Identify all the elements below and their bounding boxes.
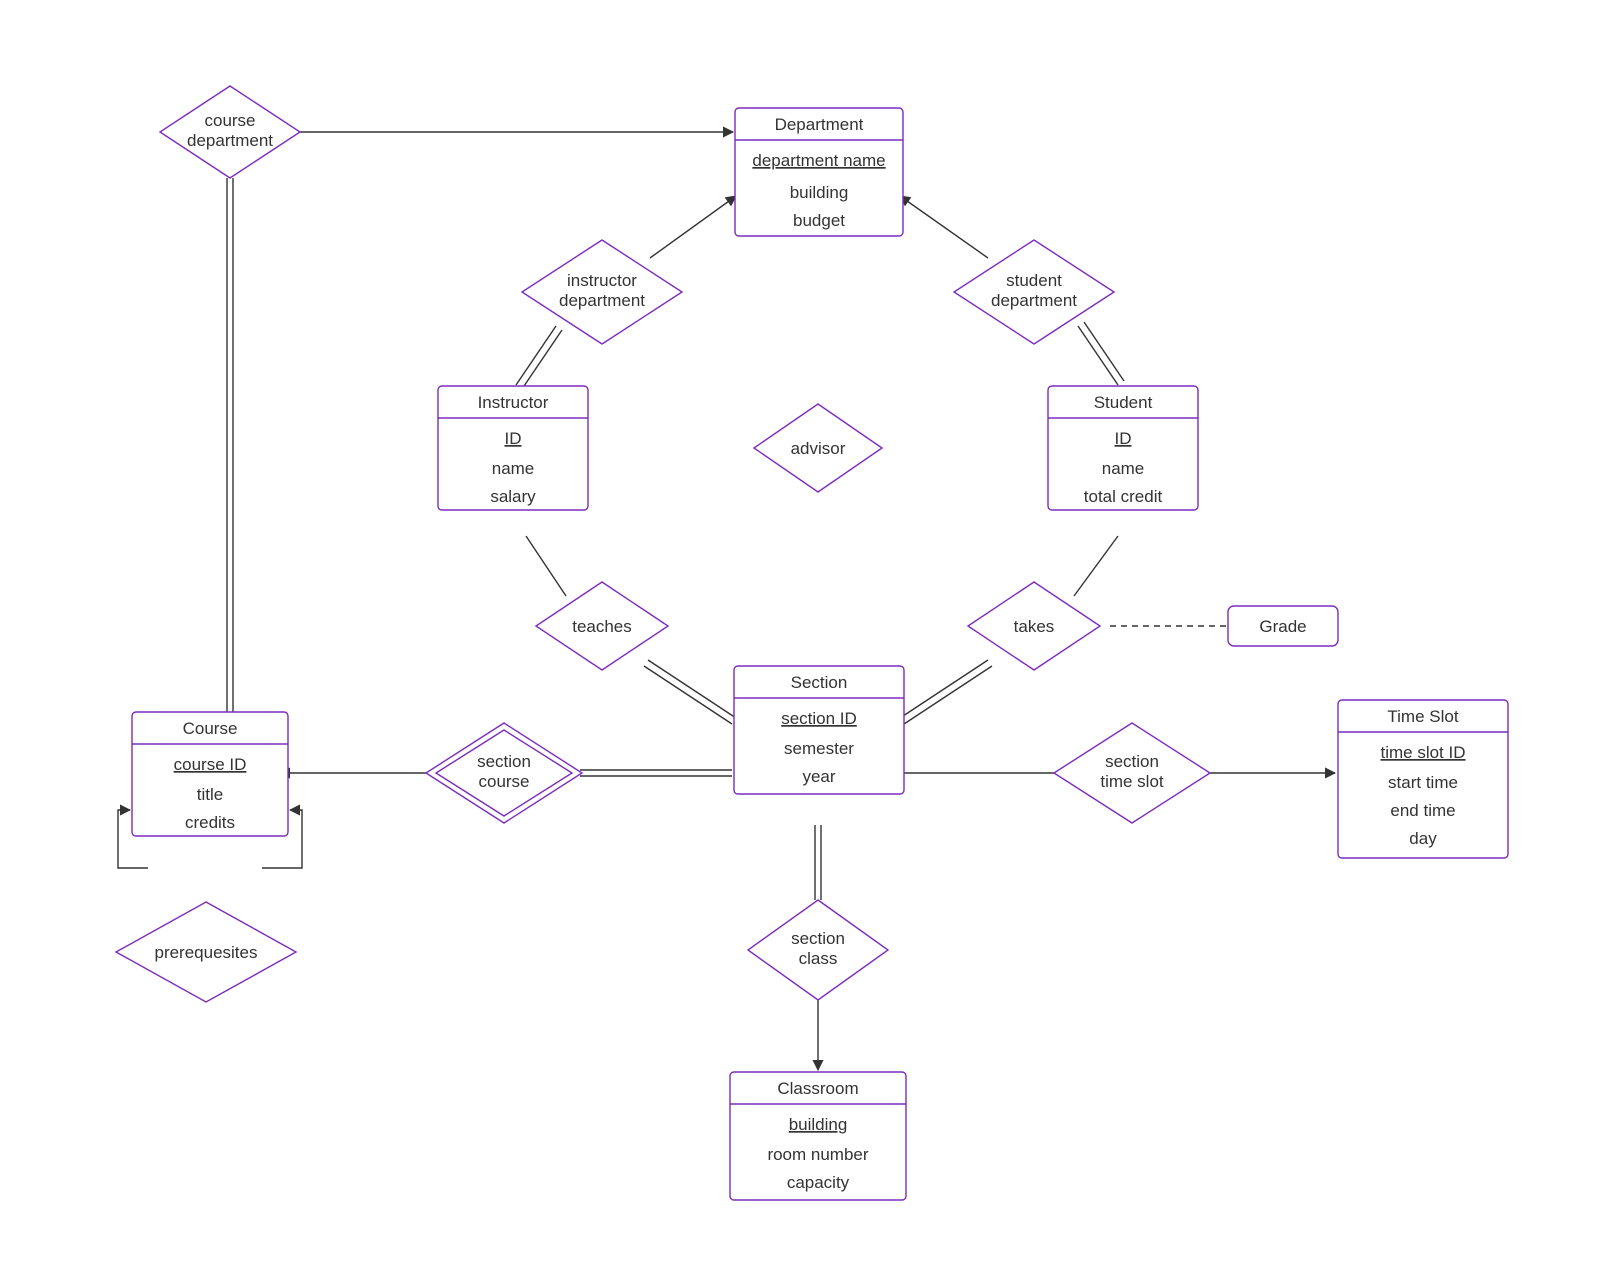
rel-label: section (791, 929, 845, 948)
entity-attr: room number (767, 1145, 868, 1164)
edge-teaches-to-section-a (648, 660, 736, 718)
relationship-teaches: teaches (536, 582, 668, 670)
entity-attr: salary (490, 487, 536, 506)
entity-course: Course course ID title credits (132, 712, 288, 836)
er-diagram: Department department name building budg… (0, 0, 1600, 1280)
entity-pk: time slot ID (1380, 743, 1465, 762)
rel-label: section (477, 752, 531, 771)
entity-attr: title (197, 785, 223, 804)
entity-pk: section ID (781, 709, 857, 728)
attr-label: Grade (1259, 617, 1306, 636)
relationship-section-timeslot: section time slot (1054, 723, 1210, 823)
rel-label: advisor (791, 439, 846, 458)
relationship-student-department: student department (954, 240, 1114, 344)
entity-attr: capacity (787, 1173, 850, 1192)
entity-attr: name (1102, 459, 1145, 478)
entity-attr: building (790, 183, 849, 202)
entity-attr: semester (784, 739, 854, 758)
rel-label: takes (1014, 617, 1055, 636)
rel-label: class (799, 949, 838, 968)
entity-instructor: Instructor ID name salary (438, 386, 588, 510)
entity-title: Classroom (777, 1079, 858, 1098)
entity-student: Student ID name total credit (1048, 386, 1198, 510)
entity-attr: credits (185, 813, 235, 832)
entity-title: Student (1094, 393, 1153, 412)
edge-instr-dept-to-instructor-a (516, 326, 556, 385)
rel-label: instructor (567, 271, 637, 290)
entity-pk: course ID (174, 755, 247, 774)
rel-label: course (204, 111, 255, 130)
relationship-section-class: section class (748, 900, 888, 1000)
entity-department: Department department name building budg… (735, 108, 903, 236)
edge-takes-to-section-a (900, 660, 988, 718)
entity-section: Section section ID semester year (734, 666, 904, 794)
entity-attr: year (802, 767, 835, 786)
rel-label: department (187, 131, 273, 150)
entity-attr: budget (793, 211, 845, 230)
edge-takes-to-student (1074, 536, 1118, 596)
rel-label: prerequesites (154, 943, 257, 962)
rel-label: section (1105, 752, 1159, 771)
edge-teaches-to-instructor (526, 536, 566, 596)
entity-classroom: Classroom building room number capacity (730, 1072, 906, 1200)
edge-instr-dept-to-instructor-b (522, 330, 562, 389)
rel-label: teaches (572, 617, 632, 636)
entity-pk: department name (752, 151, 885, 170)
edge-stud-dept-to-department (900, 196, 988, 258)
rel-label: course (478, 772, 529, 791)
relationship-course-department: course department (160, 86, 300, 178)
rel-label: department (559, 291, 645, 310)
entity-title: Department (775, 115, 864, 134)
entity-attr: end time (1390, 801, 1455, 820)
edge-teaches-to-section-b (644, 666, 732, 724)
relationship-takes: takes (968, 582, 1100, 670)
relationship-section-course: section course (426, 723, 582, 823)
edge-instr-dept-to-department (650, 196, 736, 258)
attribute-grade: Grade (1228, 606, 1338, 646)
entity-attr: start time (1388, 773, 1458, 792)
entity-pk: ID (1115, 429, 1132, 448)
entity-pk: building (789, 1115, 848, 1134)
edge-takes-to-section-b (904, 666, 992, 724)
entity-attr: name (492, 459, 535, 478)
entity-title: Section (791, 673, 848, 692)
relationship-instructor-department: instructor department (522, 240, 682, 344)
relationship-prerequisites: prerequesites (116, 902, 296, 1002)
relationship-advisor: advisor (754, 404, 882, 492)
edge-stud-dept-to-student-b (1084, 322, 1124, 381)
entity-title: Time Slot (1387, 707, 1458, 726)
entity-timeslot: Time Slot time slot ID start time end ti… (1338, 700, 1508, 858)
entity-attr: day (1409, 829, 1437, 848)
entity-attr: total credit (1084, 487, 1163, 506)
rel-label: time slot (1100, 772, 1164, 791)
rel-label: department (991, 291, 1077, 310)
rel-label: student (1006, 271, 1062, 290)
entity-pk: ID (505, 429, 522, 448)
entity-title: Instructor (478, 393, 549, 412)
edge-stud-dept-to-student-a (1078, 326, 1118, 385)
entity-title: Course (183, 719, 238, 738)
